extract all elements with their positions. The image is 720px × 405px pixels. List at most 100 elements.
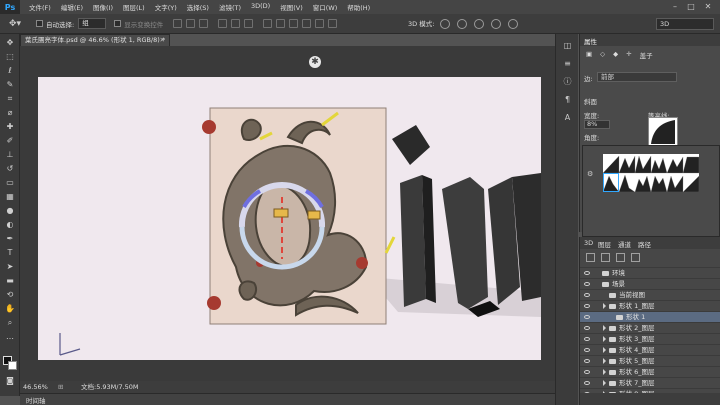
menu-item-4[interactable]: 文字(Y) [150, 2, 182, 12]
visibility-eye-icon[interactable] [584, 293, 590, 297]
maximize-icon[interactable]: □ [684, 2, 698, 12]
tab-3d[interactable]: 3D [584, 239, 593, 247]
scale-3d-icon[interactable] [508, 19, 518, 29]
expand-triangle-icon[interactable] [603, 358, 606, 364]
visibility-eye-icon[interactable] [584, 381, 590, 385]
zoom-level[interactable]: 46.56% [23, 381, 48, 393]
auto-select-checkbox[interactable] [36, 20, 43, 27]
meshes-filter-icon[interactable] [601, 253, 610, 262]
history-brush-tool-icon[interactable]: ↺ [4, 164, 16, 174]
menu-item-1[interactable]: 编辑(E) [56, 2, 88, 12]
hand-tool-icon[interactable]: ✋ [4, 304, 16, 314]
align-left-icon[interactable] [218, 19, 228, 28]
distribute-bottom-icon[interactable] [289, 19, 299, 28]
healing-brush-tool-icon[interactable]: ✚ [4, 122, 16, 132]
close-tab-icon[interactable]: ✕ [160, 35, 165, 46]
zoom-tool-icon[interactable]: ⌕ [4, 318, 16, 328]
visibility-eye-icon[interactable] [584, 370, 590, 374]
deform-icon[interactable]: ◇ [600, 50, 605, 60]
move-tool-icon[interactable]: ✥ [4, 38, 16, 48]
status-info-icon[interactable]: ⊞ [58, 381, 63, 393]
scene-item[interactable]: 形状 1 [580, 311, 720, 322]
auto-select-dropdown[interactable]: 组 [78, 18, 107, 29]
paragraph-panel-icon[interactable]: ¶ [562, 94, 573, 105]
scene-item[interactable]: 环境 [580, 267, 720, 278]
visibility-eye-icon[interactable] [584, 337, 590, 341]
scene-item[interactable]: 形状 2_图层 [580, 322, 720, 333]
menu-item-2[interactable]: 图像(I) [88, 2, 118, 12]
distribute-middle-icon[interactable] [276, 19, 286, 28]
distribute-left-icon[interactable] [302, 19, 312, 28]
align-bottom-icon[interactable] [199, 19, 209, 28]
visibility-eye-icon[interactable] [584, 282, 590, 286]
more-tools-icon[interactable]: … [4, 332, 16, 342]
contour-thumbnail[interactable] [648, 117, 678, 147]
3d-camera-widget-icon[interactable]: ✱ [309, 56, 321, 68]
background-color-swatch[interactable] [8, 361, 17, 370]
distribute-center-icon[interactable] [315, 19, 325, 28]
character-panel-icon[interactable]: A [562, 112, 573, 123]
picker-settings-icon[interactable]: ⚙ [587, 170, 593, 178]
menu-item-9[interactable]: 窗口(W) [308, 2, 343, 12]
pen-tool-icon[interactable]: ✒ [4, 234, 16, 244]
scene-item[interactable]: 形状 6_图层 [580, 366, 720, 377]
tab-channels[interactable]: 通道 [618, 239, 631, 249]
rotate-3d-icon[interactable] [440, 19, 450, 29]
shape-tool-icon[interactable]: ▬ [4, 276, 16, 286]
clone-stamp-tool-icon[interactable]: ⊥ [4, 150, 16, 160]
eraser-tool-icon[interactable]: ▭ [4, 178, 16, 188]
properties-tab[interactable]: 属性 [584, 36, 597, 46]
brush-tool-icon[interactable]: ✐ [4, 136, 16, 146]
menu-item-10[interactable]: 帮助(H) [342, 2, 375, 12]
menu-item-8[interactable]: 视图(V) [275, 2, 308, 12]
expand-triangle-icon[interactable] [603, 380, 606, 386]
workspace-dropdown[interactable]: 3D [656, 18, 714, 30]
align-middle-icon[interactable] [186, 19, 196, 28]
properties-panel-icon[interactable]: ≡ [562, 58, 573, 69]
scene-item[interactable]: 形状 1_图层 [580, 300, 720, 311]
scene-item[interactable]: 形状 3_图层 [580, 333, 720, 344]
visibility-eye-icon[interactable] [584, 304, 590, 308]
menu-item-7[interactable]: 3D(D) [246, 2, 275, 12]
distribute-top-icon[interactable] [263, 19, 273, 28]
quick-select-tool-icon[interactable]: ✎ [4, 80, 16, 90]
scene-item[interactable]: 当前视图 [580, 289, 720, 300]
side-dropdown[interactable]: 前部 [597, 72, 677, 82]
expand-triangle-icon[interactable] [603, 303, 606, 309]
whole-scene-icon[interactable] [586, 253, 595, 262]
menu-item-5[interactable]: 选择(S) [182, 2, 214, 12]
eyedropper-tool-icon[interactable]: ⌀ [4, 108, 16, 118]
visibility-eye-icon[interactable] [584, 326, 590, 330]
roll-3d-icon[interactable] [457, 19, 467, 29]
move-tool-icon[interactable]: ✥▾ [4, 16, 26, 32]
quick-mask-icon[interactable]: ◙ [4, 376, 16, 386]
crop-tool-icon[interactable]: ⌗ [4, 94, 16, 104]
visibility-eye-icon[interactable] [584, 359, 590, 363]
scene-item[interactable]: 形状 5_图层 [580, 355, 720, 366]
align-right-icon[interactable] [244, 19, 254, 28]
scene-item[interactable]: 场景 [580, 278, 720, 289]
materials-filter-icon[interactable] [616, 253, 625, 262]
drag-3d-icon[interactable] [474, 19, 484, 29]
close-icon[interactable]: ✕ [701, 2, 715, 12]
document-tab[interactable]: 葉氏團亮字体.psd @ 46.6% (形状 1, RGB/8) * ✕ [20, 34, 170, 46]
visibility-eye-icon[interactable] [584, 315, 590, 319]
gradient-tool-icon[interactable]: ▦ [4, 192, 16, 202]
width-field[interactable]: 8% [584, 120, 610, 129]
minimize-icon[interactable]: – [668, 2, 682, 12]
document-canvas[interactable] [38, 77, 541, 360]
menu-item-6[interactable]: 滤镜(T) [214, 2, 246, 12]
blur-tool-icon[interactable]: ● [4, 206, 16, 216]
cap-icon[interactable]: ◆ [613, 50, 618, 60]
marquee-tool-icon[interactable]: ⬚ [4, 52, 16, 62]
lasso-tool-icon[interactable]: ℓ [4, 66, 16, 76]
expand-triangle-icon[interactable] [603, 325, 606, 331]
lights-filter-icon[interactable] [631, 253, 640, 262]
scene-item[interactable]: 形状 7_图层 [580, 377, 720, 388]
timeline-panel-tab[interactable]: 时间轴 [20, 393, 555, 405]
align-top-icon[interactable] [173, 19, 183, 28]
expand-triangle-icon[interactable] [603, 336, 606, 342]
menu-item-0[interactable]: 文件(F) [24, 2, 56, 12]
align-center-icon[interactable] [231, 19, 241, 28]
3d-object-tool-icon[interactable]: ⟲ [4, 290, 16, 300]
